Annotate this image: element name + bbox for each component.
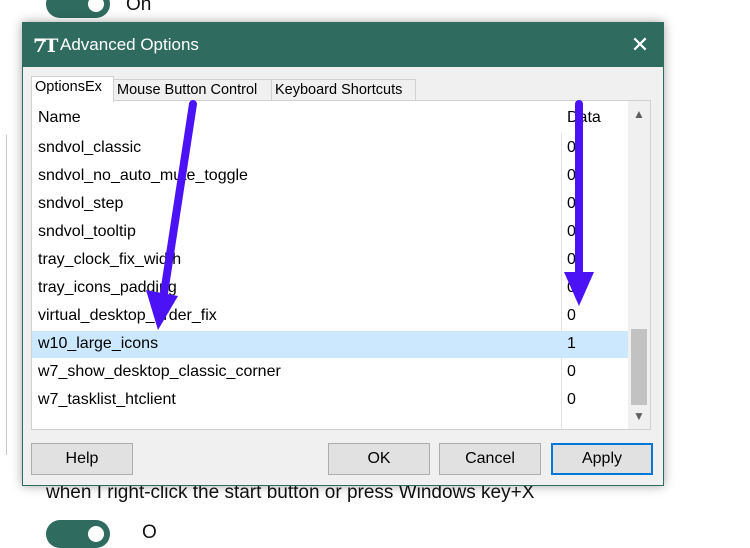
- advanced-options-dialog: 7T Advanced Options ✕ OptionsEx Mouse Bu…: [22, 22, 664, 486]
- ok-button[interactable]: OK: [328, 443, 430, 475]
- chevron-down-icon: ▼: [633, 409, 645, 423]
- row-value: 1: [567, 335, 576, 352]
- vertical-scrollbar[interactable]: ▲ ▼: [628, 101, 650, 429]
- background-toggle-label: On: [126, 0, 152, 15]
- background-toggle-top[interactable]: [46, 0, 110, 18]
- tab-keyboard-shortcuts[interactable]: Keyboard Shortcuts: [271, 79, 416, 101]
- scroll-down-button[interactable]: ▼: [628, 405, 650, 427]
- row-value: 0: [567, 139, 576, 156]
- app-logo-icon: 7T: [33, 35, 58, 57]
- cancel-button[interactable]: Cancel: [439, 443, 541, 475]
- table-row[interactable]: sndvol_no_auto_mute_toggle 0: [32, 163, 628, 190]
- row-value: 0: [567, 279, 576, 296]
- row-value: 0: [567, 195, 576, 212]
- list-header: Name Data: [32, 101, 628, 133]
- table-row[interactable]: sndvol_step 0: [32, 191, 628, 218]
- row-name: sndvol_step: [38, 195, 124, 212]
- table-row-selected[interactable]: w10_large_icons 1: [32, 331, 628, 358]
- row-value: 0: [567, 223, 576, 240]
- table-row[interactable]: tray_clock_fix_width 0: [32, 247, 628, 274]
- close-button[interactable]: ✕: [617, 23, 663, 67]
- table-row[interactable]: w7_show_desktop_classic_corner 0: [32, 359, 628, 386]
- row-name: tray_icons_padding: [38, 279, 177, 296]
- row-value: 0: [567, 251, 576, 268]
- toggle-knob: [88, 0, 104, 12]
- row-name: w7_tasklist_htclient: [38, 391, 176, 408]
- table-row[interactable]: sndvol_tooltip 0: [32, 219, 628, 246]
- chevron-up-icon: ▲: [633, 107, 645, 121]
- row-name: sndvol_tooltip: [38, 223, 136, 240]
- toggle-knob: [88, 526, 104, 542]
- tab-mouse-button-control[interactable]: Mouse Button Control: [113, 79, 273, 101]
- table-row[interactable]: virtual_desktop_order_fix 0: [32, 303, 628, 330]
- options-list[interactable]: Name Data sndvol_classic 0 sndvol_no_aut…: [31, 100, 651, 430]
- row-value: 0: [567, 363, 576, 380]
- row-name: w7_show_desktop_classic_corner: [38, 363, 281, 380]
- row-name: w10_large_icons: [38, 335, 159, 352]
- row-value: 0: [567, 307, 576, 324]
- row-name: sndvol_no_auto_mute_toggle: [38, 167, 248, 184]
- background-divider: [6, 135, 7, 455]
- help-button[interactable]: Help: [31, 443, 133, 475]
- table-row[interactable]: tray_icons_padding 0: [32, 275, 628, 302]
- row-value: 0: [567, 391, 576, 408]
- close-icon: ✕: [630, 32, 650, 57]
- tab-optionsex[interactable]: OptionsEx: [31, 76, 114, 102]
- apply-button[interactable]: Apply: [551, 443, 653, 475]
- row-name: tray_clock_fix_width: [38, 251, 182, 268]
- column-header-name[interactable]: Name: [38, 109, 81, 127]
- titlebar[interactable]: 7T Advanced Options ✕: [23, 23, 663, 67]
- background-bottom-label: O: [142, 522, 157, 543]
- row-value: 0: [567, 167, 576, 184]
- dialog-title: Advanced Options: [60, 35, 199, 54]
- background-toggle-bottom[interactable]: [46, 520, 110, 548]
- scrollbar-thumb[interactable]: [631, 329, 647, 405]
- column-header-data[interactable]: Data: [567, 109, 601, 127]
- row-name: virtual_desktop_order_fix: [38, 307, 217, 324]
- row-name: sndvol_classic: [38, 139, 142, 156]
- table-row[interactable]: sndvol_classic 0: [32, 135, 628, 162]
- scroll-up-button[interactable]: ▲: [628, 103, 650, 125]
- table-row[interactable]: w7_tasklist_htclient 0: [32, 387, 628, 414]
